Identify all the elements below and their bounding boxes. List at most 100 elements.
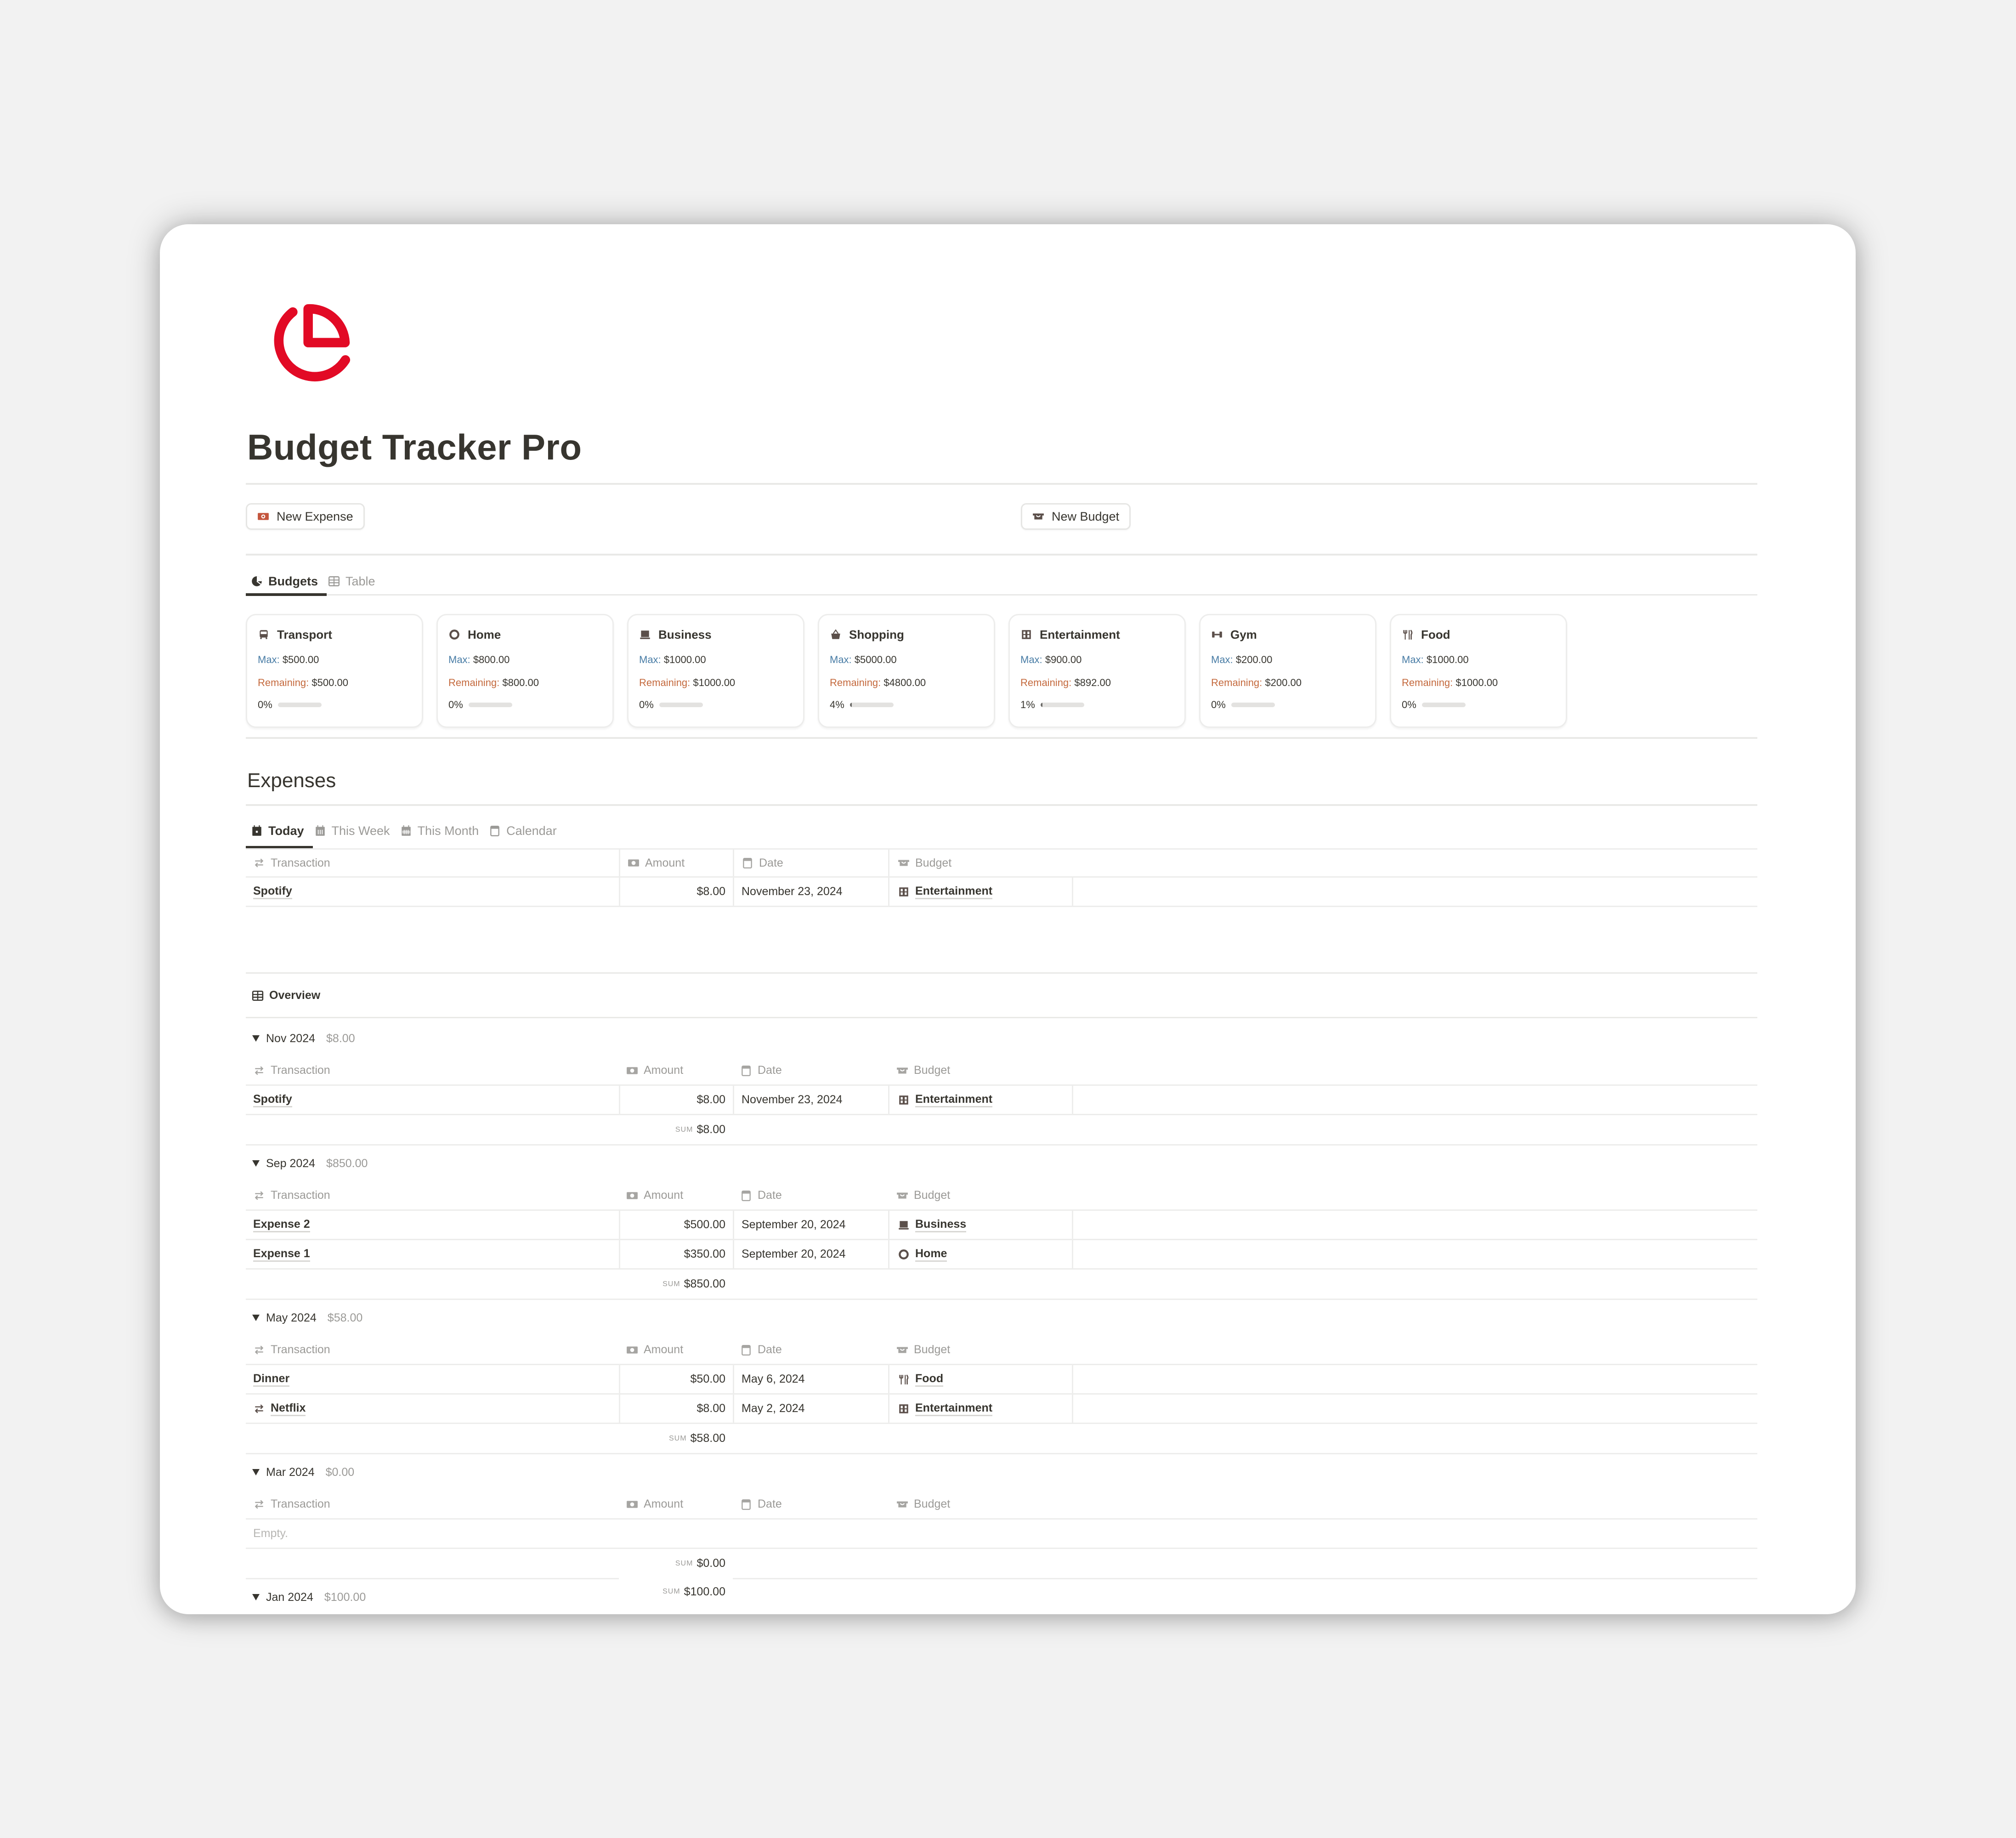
date-cell[interactable]: September 20, 2024 [733, 1240, 888, 1268]
progress-bar [277, 703, 322, 707]
overview-view-tab[interactable]: Overview [252, 989, 320, 1002]
tab-budgets-label: Budgets [268, 574, 318, 588]
budget-cell[interactable]: Entertainment [888, 1395, 1072, 1423]
new-expense-button[interactable]: New Expense [246, 503, 365, 530]
budget-card[interactable]: Gym Max: $200.00 Remaining: $200.00 0% [1199, 614, 1376, 728]
money-icon [628, 857, 640, 869]
table-row[interactable]: Expense 2 $500.00 September 20, 2024 Busine… [246, 1211, 1757, 1240]
budget-remaining: Remaining: $892.00 [1020, 677, 1174, 691]
date-cell[interactable]: May 2, 2024 [733, 1395, 888, 1423]
column-header-amount[interactable]: Amount [619, 1056, 733, 1084]
transaction-cell[interactable]: Spotify [246, 878, 619, 906]
date-value: September 20, 2024 [742, 1248, 846, 1260]
budget-cell[interactable]: Entertainment [888, 878, 1072, 906]
tab-label: This Month [417, 823, 479, 838]
table-row[interactable]: Expense 1 $350.00 September 20, 2024 Home [246, 1240, 1757, 1270]
transaction-cell[interactable]: Expense 1 [246, 1240, 619, 1268]
budget-max: Max: $1000.00 [639, 654, 793, 668]
group-header[interactable]: Mar 2024 $0.00 [246, 1454, 1757, 1490]
budget-cell[interactable]: Home [888, 1240, 1072, 1268]
table-row[interactable]: Spotify $8.00 November 23, 2024 Entertainme… [246, 878, 1757, 907]
date-cell[interactable]: November 23, 2024 [733, 1086, 888, 1114]
budget-cell[interactable]: Entertainment [888, 1086, 1072, 1114]
group-header[interactable]: Nov 2024 $8.00 [246, 1021, 1757, 1056]
collapse-triangle-icon[interactable] [252, 1160, 260, 1167]
tab-calendar[interactable]: Calendar [489, 817, 557, 845]
group-header[interactable]: Sep 2024 $850.00 [246, 1146, 1757, 1181]
column-header-budget[interactable]: Budget [888, 1181, 1072, 1209]
collapse-triangle-icon[interactable] [252, 1315, 260, 1321]
column-header-amount[interactable]: Amount [619, 850, 733, 876]
remaining-label: Remaining: [1020, 677, 1072, 688]
collapse-triangle-icon[interactable] [252, 1035, 260, 1042]
remaining-value: $1000.00 [693, 677, 736, 688]
budget-card[interactable]: Food Max: $1000.00 Remaining: $1000.00 0% [1390, 614, 1567, 728]
tab-label: Calendar [506, 823, 557, 838]
max-label: Max: [830, 654, 852, 665]
column-header-date[interactable]: Date [733, 1336, 888, 1364]
column-header-budget[interactable]: Budget [888, 1490, 1072, 1518]
group-total: $58.00 [327, 1311, 363, 1324]
column-header-amount[interactable]: Amount [619, 1181, 733, 1209]
new-budget-button[interactable]: New Budget [1021, 503, 1131, 530]
group-header[interactable]: Jan 2024 $100.00 [246, 1579, 1757, 1614]
collapse-triangle-icon[interactable] [252, 1594, 260, 1600]
transaction-cell[interactable]: Dinner [246, 1365, 619, 1393]
amount-cell[interactable]: $8.00 [619, 1395, 733, 1423]
overview-grouped-table: Nov 2024 $8.00 Transaction Amount Date Budget… [246, 1021, 1757, 1614]
progress-percent: 0% [1402, 699, 1416, 710]
column-header-transaction[interactable]: Transaction [246, 1056, 619, 1084]
amount-cell[interactable]: $500.00 [619, 1211, 733, 1239]
budget-card[interactable]: Entertainment Max: $900.00 Remaining: $892… [1008, 614, 1186, 728]
amount-cell[interactable]: $350.00 [619, 1240, 733, 1268]
budget-card[interactable]: Business Max: $1000.00 Remaining: $1000.00… [627, 614, 804, 728]
column-header-transaction[interactable]: Transaction [246, 1181, 619, 1209]
amount-cell[interactable]: $8.00 [619, 1086, 733, 1114]
group-total: $0.00 [325, 1465, 355, 1479]
tab-table[interactable]: Table [328, 567, 375, 595]
transaction-cell[interactable]: Spotify [246, 1086, 619, 1114]
page-icon[interactable] [264, 299, 358, 393]
month-group: May 2024 $58.00 Transaction Amount Date Budge… [246, 1300, 1757, 1454]
tab-this-month[interactable]: This Month [400, 817, 479, 845]
group-header[interactable]: May 2024 $58.00 [246, 1300, 1757, 1336]
column-label: Amount [644, 1189, 684, 1202]
tab-budgets[interactable]: Budgets [251, 567, 318, 595]
table-row[interactable]: Netflix $8.00 May 2, 2024 Entertainment [246, 1395, 1757, 1424]
budget-cell[interactable]: Food [888, 1365, 1072, 1393]
progress-bar-fill [849, 703, 852, 707]
column-header-amount[interactable]: Amount [619, 1490, 733, 1518]
transaction-cell[interactable]: Netflix [246, 1395, 619, 1423]
arrows-icon [253, 1344, 265, 1356]
budget-card-title: Transport [258, 625, 411, 644]
column-header-budget[interactable]: Budget [888, 1056, 1072, 1084]
column-label: Amount [644, 1343, 684, 1356]
table-row[interactable]: Dinner $50.00 May 6, 2024 Food [246, 1365, 1757, 1395]
column-header-amount[interactable]: Amount [619, 1336, 733, 1364]
budget-card[interactable]: Transport Max: $500.00 Remaining: $500.00 0… [246, 614, 423, 728]
amount-cell[interactable]: $8.00 [619, 878, 733, 906]
tab-today[interactable]: Today [251, 817, 304, 845]
collapse-triangle-icon[interactable] [252, 1469, 260, 1475]
date-cell[interactable]: November 23, 2024 [733, 878, 888, 906]
column-header-budget[interactable]: Budget [888, 850, 1072, 876]
column-header-transaction[interactable]: Transaction [246, 850, 619, 876]
date-cell[interactable]: September 20, 2024 [733, 1211, 888, 1239]
column-header-date[interactable]: Date [733, 1181, 888, 1209]
column-header-date[interactable]: Date [733, 850, 888, 876]
table-header: Transaction Amount Date Budget [246, 848, 1757, 878]
amount-cell[interactable]: $50.00 [619, 1365, 733, 1393]
column-header-budget[interactable]: Budget [888, 1336, 1072, 1364]
table-row[interactable]: Spotify $8.00 November 23, 2024 Entertainme… [246, 1086, 1757, 1115]
column-header-transaction[interactable]: Transaction [246, 1490, 619, 1518]
column-header-date[interactable]: Date [733, 1490, 888, 1518]
budget-card[interactable]: Shopping Max: $5000.00 Remaining: $4800.00… [818, 614, 995, 728]
column-header-date[interactable]: Date [733, 1056, 888, 1084]
tab-this-week[interactable]: This Week [314, 817, 390, 845]
column-header-transaction[interactable]: Transaction [246, 1336, 619, 1364]
budget-card[interactable]: Home Max: $800.00 Remaining: $800.00 0% [436, 614, 614, 728]
date-cell[interactable]: May 6, 2024 [733, 1365, 888, 1393]
budget-cell[interactable]: Business [888, 1211, 1072, 1239]
column-label: Budget [914, 1343, 951, 1356]
transaction-cell[interactable]: Expense 2 [246, 1211, 619, 1239]
